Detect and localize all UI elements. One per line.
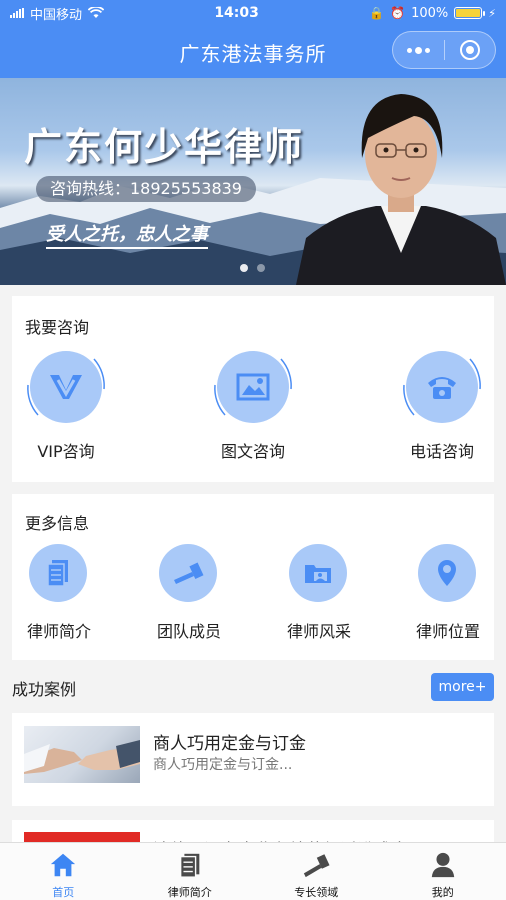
lawyer-location-label: 律师位置 — [415, 622, 480, 641]
carousel-dot[interactable] — [240, 264, 248, 272]
case-thumbnail — [24, 726, 140, 783]
phone-consult-label: 电话咨询 — [409, 442, 474, 461]
battery-percent: 100% — [411, 5, 449, 21]
vip-consult-label: VIP咨询 — [37, 442, 95, 461]
charging-icon: ⚡ — [488, 6, 496, 20]
gavel-icon — [174, 562, 204, 584]
folder-icon — [305, 565, 331, 583]
team-members-label: 团队成员 — [156, 622, 221, 641]
tab-label: 律师简介 — [167, 886, 212, 899]
mini-program-capsule — [392, 31, 496, 69]
status-bar: 中国移动 14:03 🔒 ⏰ 100% ⚡ — [0, 0, 506, 26]
team-members-button[interactable] — [159, 544, 217, 602]
document-icon — [47, 560, 68, 587]
consult-section: 我要咨询 VIP咨询 图文咨询 电话咨询 — [12, 296, 494, 482]
phone-consult-button[interactable] — [403, 351, 481, 423]
wifi-icon — [88, 7, 105, 18]
vip-consult-button[interactable] — [27, 351, 105, 423]
tab-lawyer-intro[interactable]: 律师简介 — [127, 843, 254, 900]
phone-icon — [428, 377, 456, 399]
vip-icon — [50, 375, 82, 399]
case-summary: 商人巧用定金与订金... — [153, 757, 293, 773]
tab-expertise[interactable]: 专长领域 — [253, 843, 380, 900]
lawyer-style-button[interactable] — [289, 544, 347, 602]
page-title: 广东港法事务所 — [179, 41, 327, 66]
status-time: 14:03 — [214, 5, 259, 21]
banner-hotline: 咨询热线：18925553839 — [36, 176, 256, 202]
lawyer-intro-button[interactable] — [29, 544, 87, 602]
tab-bar: 首页 律师简介 专长领域 我的 — [0, 842, 506, 900]
target-icon — [459, 40, 480, 60]
user-icon — [431, 852, 454, 878]
lawyer-intro-label: 律师简介 — [26, 622, 91, 641]
top-bar: 中国移动 14:03 🔒 ⏰ 100% ⚡ 广东港法事务所 — [0, 0, 506, 78]
book-icon — [179, 853, 200, 878]
case-item[interactable]: 商人巧用定金与订金 商人巧用定金与订金... — [12, 713, 494, 806]
rotation-lock-icon: 🔒 — [369, 6, 385, 20]
gavel-icon — [304, 854, 330, 878]
carousel-indicator — [240, 264, 265, 272]
carousel-dot[interactable] — [257, 264, 265, 272]
consult-title: 我要咨询 — [25, 318, 90, 337]
home-icon — [51, 853, 76, 877]
more-info-title: 更多信息 — [25, 514, 90, 533]
lawyer-portrait — [296, 94, 506, 285]
cases-title: 成功案例 — [12, 680, 77, 699]
lawyer-style-label: 律师风采 — [286, 622, 351, 641]
battery-icon — [454, 7, 486, 19]
banner-headline: 广东何少华律师 — [24, 125, 305, 169]
tab-label: 专长领域 — [294, 886, 339, 899]
image-icon — [236, 373, 270, 401]
more-dots-icon — [406, 46, 430, 54]
case-title: 商人巧用定金与订金 — [153, 734, 306, 754]
signal-icon — [10, 8, 24, 18]
carrier-label: 中国移动 — [30, 7, 83, 23]
lawyer-location-button[interactable] — [418, 544, 476, 602]
more-options-button[interactable] — [393, 32, 444, 68]
more-cases-button[interactable]: more+ — [431, 673, 494, 701]
tab-label: 我的 — [431, 886, 454, 899]
tab-label: 首页 — [52, 886, 75, 899]
image-consult-button[interactable] — [214, 351, 292, 423]
location-icon — [438, 560, 456, 586]
banner-slogan: 受人之托，忠人之事 — [46, 220, 208, 249]
image-consult-label: 图文咨询 — [220, 442, 285, 461]
tab-home[interactable]: 首页 — [0, 843, 127, 900]
nav-bar: 广东港法事务所 — [0, 26, 506, 78]
more-info-section: 更多信息 律师简介 团队成员 律师风采 律师位置 — [12, 494, 494, 660]
tab-mine[interactable]: 我的 — [380, 843, 506, 900]
banner-carousel[interactable]: 广东何少华律师 咨询热线：18925553839 受人之托，忠人之事 — [0, 78, 506, 285]
close-program-button[interactable] — [445, 32, 496, 68]
alarm-icon: ⏰ — [390, 6, 406, 20]
